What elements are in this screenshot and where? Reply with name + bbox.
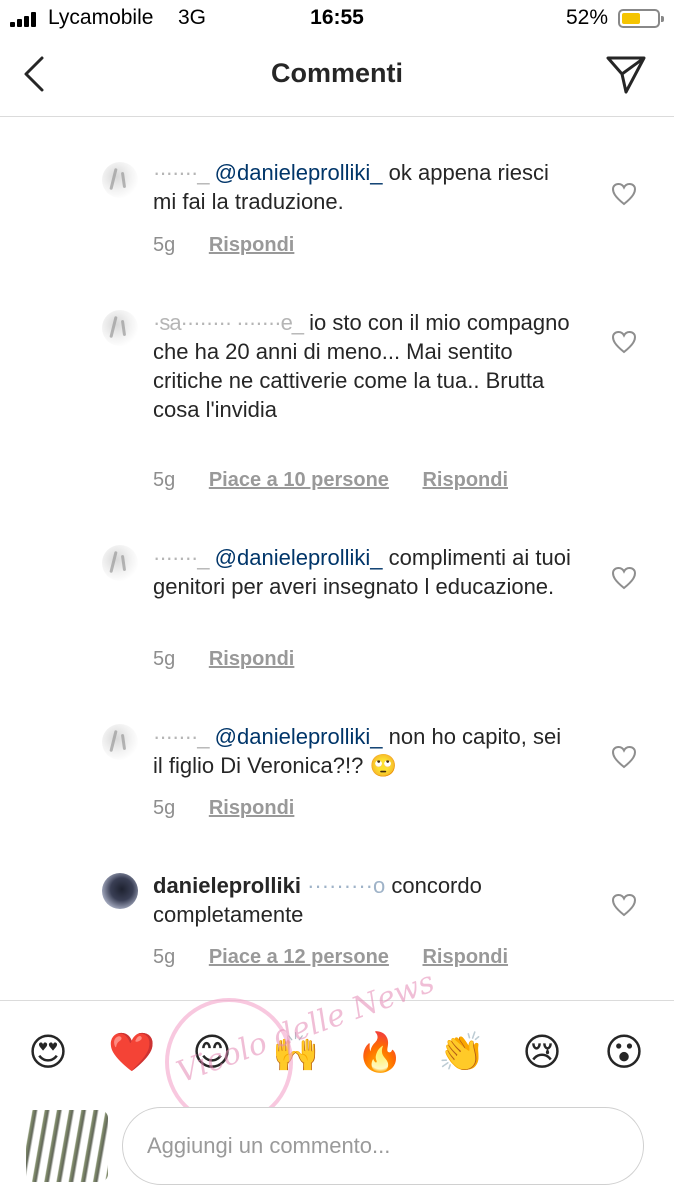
comment-text: ·······_ @danieleprolliki_ ok appena rie… (153, 158, 573, 216)
status-bar: Lycamobile 3G 16:55 52% (0, 0, 674, 38)
comment-age: 5g (153, 234, 176, 256)
paper-plane-icon[interactable] (604, 52, 648, 96)
comment-meta: 5g Piace a 10 persone Rispondi (153, 469, 536, 492)
avatar[interactable] (102, 873, 138, 909)
comment-age: 5g (153, 946, 176, 968)
reply-button[interactable]: Rispondi (422, 469, 508, 491)
comment-username[interactable]: ·······_ (153, 724, 210, 749)
comment-text: ·sa········ ·······e_ io sto con il mio … (153, 308, 573, 424)
comment-input[interactable] (122, 1107, 644, 1185)
heart-icon[interactable] (611, 893, 637, 917)
comment-username[interactable]: ·sa········ ·······e_ (153, 310, 304, 335)
red-heart-emoji-icon[interactable]: ❤️ (108, 1031, 155, 1075)
likes-count[interactable]: Piace a 12 persone (209, 946, 389, 968)
comment-mention[interactable]: @danieleprolliki_ (215, 724, 383, 749)
heart-icon[interactable] (611, 745, 637, 769)
page-title: Commenti (270, 58, 403, 88)
crying-emoji-icon[interactable]: 😢 (520, 1031, 564, 1075)
battery-icon (618, 9, 664, 28)
avatar[interactable] (102, 545, 138, 581)
comment-text: danieleprolliki ·········o concordo comp… (153, 871, 573, 929)
avatar[interactable] (102, 310, 138, 346)
comment-meta: 5g Rispondi (153, 648, 322, 671)
clapping-emoji-icon[interactable]: 👏 (438, 1031, 485, 1075)
reply-button[interactable]: Rispondi (209, 797, 295, 819)
heart-icon[interactable] (611, 566, 637, 590)
header: Commenti (0, 38, 674, 117)
comment-meta: 5g Piace a 12 persone Rispondi (153, 946, 536, 969)
comment-text: ·······_ @danieleprolliki_ non ho capito… (153, 722, 573, 780)
reply-button[interactable]: Rispondi (422, 946, 508, 968)
comment-age: 5g (153, 469, 176, 491)
likes-count[interactable]: Piace a 10 persone (209, 469, 389, 491)
comment-mention[interactable]: @danieleprolliki_ (215, 545, 383, 570)
avatar[interactable] (102, 162, 138, 198)
fire-emoji-icon[interactable]: 🔥 (356, 1031, 403, 1075)
comment-username[interactable]: danieleprolliki (153, 873, 301, 898)
comment-meta: 5g Rispondi (153, 797, 322, 820)
heart-eyes-emoji-icon[interactable]: 😍 (26, 1031, 70, 1075)
heart-icon[interactable] (611, 330, 637, 354)
battery-percentage: 52% (565, 6, 608, 29)
avatar[interactable] (102, 724, 138, 760)
comment-text: ·······_ @danieleprolliki_ complimenti a… (153, 543, 573, 601)
heart-icon[interactable] (611, 182, 637, 206)
surprised-emoji-icon[interactable]: 😮 (602, 1031, 646, 1075)
comment-meta: 5g Rispondi (153, 234, 322, 257)
reply-button[interactable]: Rispondi (209, 648, 295, 670)
comment-age: 5g (153, 648, 176, 670)
reply-button[interactable]: Rispondi (209, 234, 295, 256)
comment-username[interactable]: ·······_ (153, 545, 210, 570)
comment-mention[interactable]: ·········o (307, 873, 385, 898)
comment-username[interactable]: ·······_ (153, 160, 210, 185)
my-avatar[interactable] (26, 1110, 108, 1182)
comment-age: 5g (153, 797, 176, 819)
comment-mention[interactable]: @danieleprolliki_ (215, 160, 383, 185)
